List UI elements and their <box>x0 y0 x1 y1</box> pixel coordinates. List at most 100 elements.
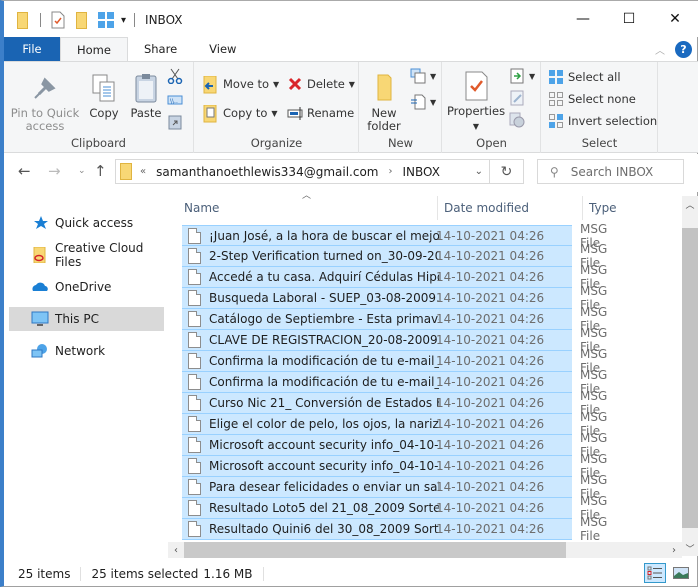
scroll-down-button[interactable]: ﹀ <box>682 540 698 556</box>
horizontal-scroll-thumb[interactable] <box>184 542 566 558</box>
refresh-button[interactable]: ↻ <box>490 159 524 184</box>
nav-item-quick-access[interactable]: Quick access <box>9 211 164 235</box>
back-button[interactable]: ← <box>18 162 31 180</box>
column-header-name[interactable]: Name <box>184 201 219 215</box>
file-row[interactable]: Busqueda Laboral - SUEP_03-08-2009.msg14… <box>182 284 607 312</box>
tab-view[interactable]: View <box>193 37 252 61</box>
vertical-scroll-thumb[interactable] <box>682 228 698 528</box>
nav-item-this-pc[interactable]: This PC <box>9 307 164 331</box>
large-icons-view-button[interactable] <box>670 563 692 583</box>
address-bar[interactable]: « samanthanoethlewis334@gmail.com › INBO… <box>115 159 490 184</box>
cut-button[interactable] <box>167 68 187 85</box>
copy-path-button[interactable]: \\.. <box>167 92 187 108</box>
tab-share[interactable]: Share <box>128 37 193 61</box>
minimize-button[interactable]: — <box>560 1 606 37</box>
select-all-button[interactable]: Select all <box>548 69 621 85</box>
file-icon <box>188 290 201 306</box>
maximize-button[interactable]: ☐ <box>606 1 652 37</box>
file-icon <box>188 500 201 516</box>
easy-access-button[interactable]: ▼ <box>410 94 436 110</box>
file-row[interactable]: Confirma la modificación de tu e-mail_1.… <box>182 347 607 375</box>
column-header-date-modified[interactable]: Date modified <box>444 201 529 215</box>
vertical-scrollbar[interactable]: ︿ ﹀ <box>682 196 698 556</box>
file-row[interactable]: Accedé a tu casa. Adquirí Cédulas Hipot.… <box>182 263 607 291</box>
search-box[interactable]: ⚲ Search INBOX <box>537 159 684 184</box>
file-name: Microsoft account security info_04-10-20… <box>209 438 439 452</box>
customize-qat-dropdown[interactable]: ▾ <box>121 15 126 26</box>
history-button[interactable] <box>509 112 529 128</box>
folder-icon <box>14 11 32 29</box>
edit-button[interactable] <box>509 90 529 106</box>
rename-button[interactable]: Rename <box>287 105 354 121</box>
paste-shortcut-icon <box>167 114 183 130</box>
scroll-right-button[interactable]: › <box>666 542 682 558</box>
file-row[interactable]: 2-Step Verification turned on_30-09-2021… <box>182 242 607 270</box>
nav-item-creative-cloud-files[interactable]: Creative Cloud Files <box>9 241 164 269</box>
up-button[interactable]: ↑ <box>94 162 107 180</box>
details-view-button[interactable] <box>644 563 666 583</box>
delete-button[interactable]: Delete ▼ <box>287 76 355 92</box>
view-switcher <box>644 563 692 583</box>
file-row[interactable]: Elige el color de pelo, los ojos, la nar… <box>182 410 607 438</box>
properties-qat-icon[interactable] <box>49 11 67 29</box>
paste-button[interactable]: Paste <box>126 72 166 120</box>
column-divider[interactable] <box>437 196 438 220</box>
file-name: Confirma la modificación de tu e-mail_1.… <box>209 375 439 389</box>
address-overflow[interactable]: « <box>140 166 146 177</box>
breadcrumb-chevron-icon[interactable]: › <box>388 166 392 177</box>
breadcrumb-inbox[interactable]: INBOX <box>402 165 439 179</box>
paste-shortcut-button[interactable] <box>167 114 187 130</box>
copy-button[interactable]: Copy <box>86 72 122 120</box>
select-none-button[interactable]: Select none <box>548 91 636 107</box>
properties-button[interactable]: Properties ▼ <box>445 70 507 133</box>
help-icon[interactable]: ? <box>675 40 692 58</box>
file-row[interactable]: Resultado Loto5 del 21_08_2009 Sorteo N.… <box>182 494 607 522</box>
file-row[interactable]: ¡Juan José, a la hora de buscar el mejor… <box>182 222 607 250</box>
file-row[interactable]: Microsoft account security info_04-10-20… <box>182 452 607 480</box>
nav-item-network[interactable]: Network <box>9 339 164 363</box>
scroll-up-button[interactable]: ︿ <box>682 196 698 212</box>
details-view-icon <box>647 566 662 580</box>
scroll-left-button[interactable]: ‹ <box>168 542 184 558</box>
new-folder-icon <box>368 72 400 104</box>
clipboard-group-label: Clipboard <box>71 136 126 150</box>
collapse-ribbon-icon[interactable]: ︿ <box>655 42 665 57</box>
file-row[interactable]: Microsoft account security info_04-10-20… <box>182 431 607 459</box>
file-icon <box>188 227 201 244</box>
column-header-type[interactable]: Type <box>589 201 617 215</box>
address-dropdown-icon[interactable]: ⌄ <box>475 166 483 177</box>
file-row[interactable]: Curso Nic 21_ Conversión de Estados Fin.… <box>182 389 607 417</box>
rename-icon <box>287 105 303 121</box>
pin-to-quick-access-button[interactable]: Pin to Quick access <box>10 72 80 133</box>
copy-to-button[interactable]: Copy to ▼ <box>203 104 278 123</box>
sort-ascending-icon: ︿ <box>302 191 312 201</box>
move-to-button[interactable]: Move to ▼ <box>203 75 279 94</box>
file-icon <box>188 437 201 453</box>
column-divider[interactable] <box>582 196 583 220</box>
file-row[interactable]: Catálogo de Septiembre - Esta primavera.… <box>182 305 607 333</box>
new-folder-qat-icon[interactable] <box>73 11 91 29</box>
folder-icon <box>120 163 132 180</box>
file-icon <box>188 458 201 474</box>
window-title: INBOX <box>145 13 183 27</box>
file-icon <box>188 332 201 348</box>
invert-selection-button[interactable]: Invert selection <box>548 113 657 129</box>
new-folder-button[interactable]: New folder <box>364 72 404 133</box>
file-row[interactable]: Para desear felicidades o enviar un salu… <box>182 473 607 501</box>
nav-item-onedrive[interactable]: OneDrive <box>9 275 164 299</box>
breadcrumb-account[interactable]: samanthanoethlewis334@gmail.com <box>156 165 378 179</box>
file-row[interactable]: CLAVE DE REGISTRACION_20-08-2009.msg14-1… <box>182 326 607 354</box>
forward-button[interactable]: → <box>48 162 61 180</box>
view-layout-qat-icon[interactable] <box>97 11 115 29</box>
new-item-button[interactable]: ▼ <box>410 68 436 84</box>
open-button[interactable]: ▼ <box>509 68 535 84</box>
horizontal-scrollbar[interactable]: ‹ › <box>168 542 682 558</box>
tab-file[interactable]: File <box>4 37 60 61</box>
tab-home[interactable]: Home <box>60 37 128 61</box>
file-row[interactable]: Confirma la modificación de tu e-mail_1.… <box>182 368 607 396</box>
file-row[interactable]: Resultado Quini6 del 30_08_2009 Sorteo .… <box>182 515 607 543</box>
file-list: ︿ Name Date modified Type ¡Juan José, a … <box>178 191 682 543</box>
recent-locations-dropdown[interactable]: ⌄ <box>78 166 86 176</box>
close-button[interactable]: ✕ <box>652 1 698 37</box>
file-name: Para desear felicidades o enviar un salu… <box>209 480 439 494</box>
